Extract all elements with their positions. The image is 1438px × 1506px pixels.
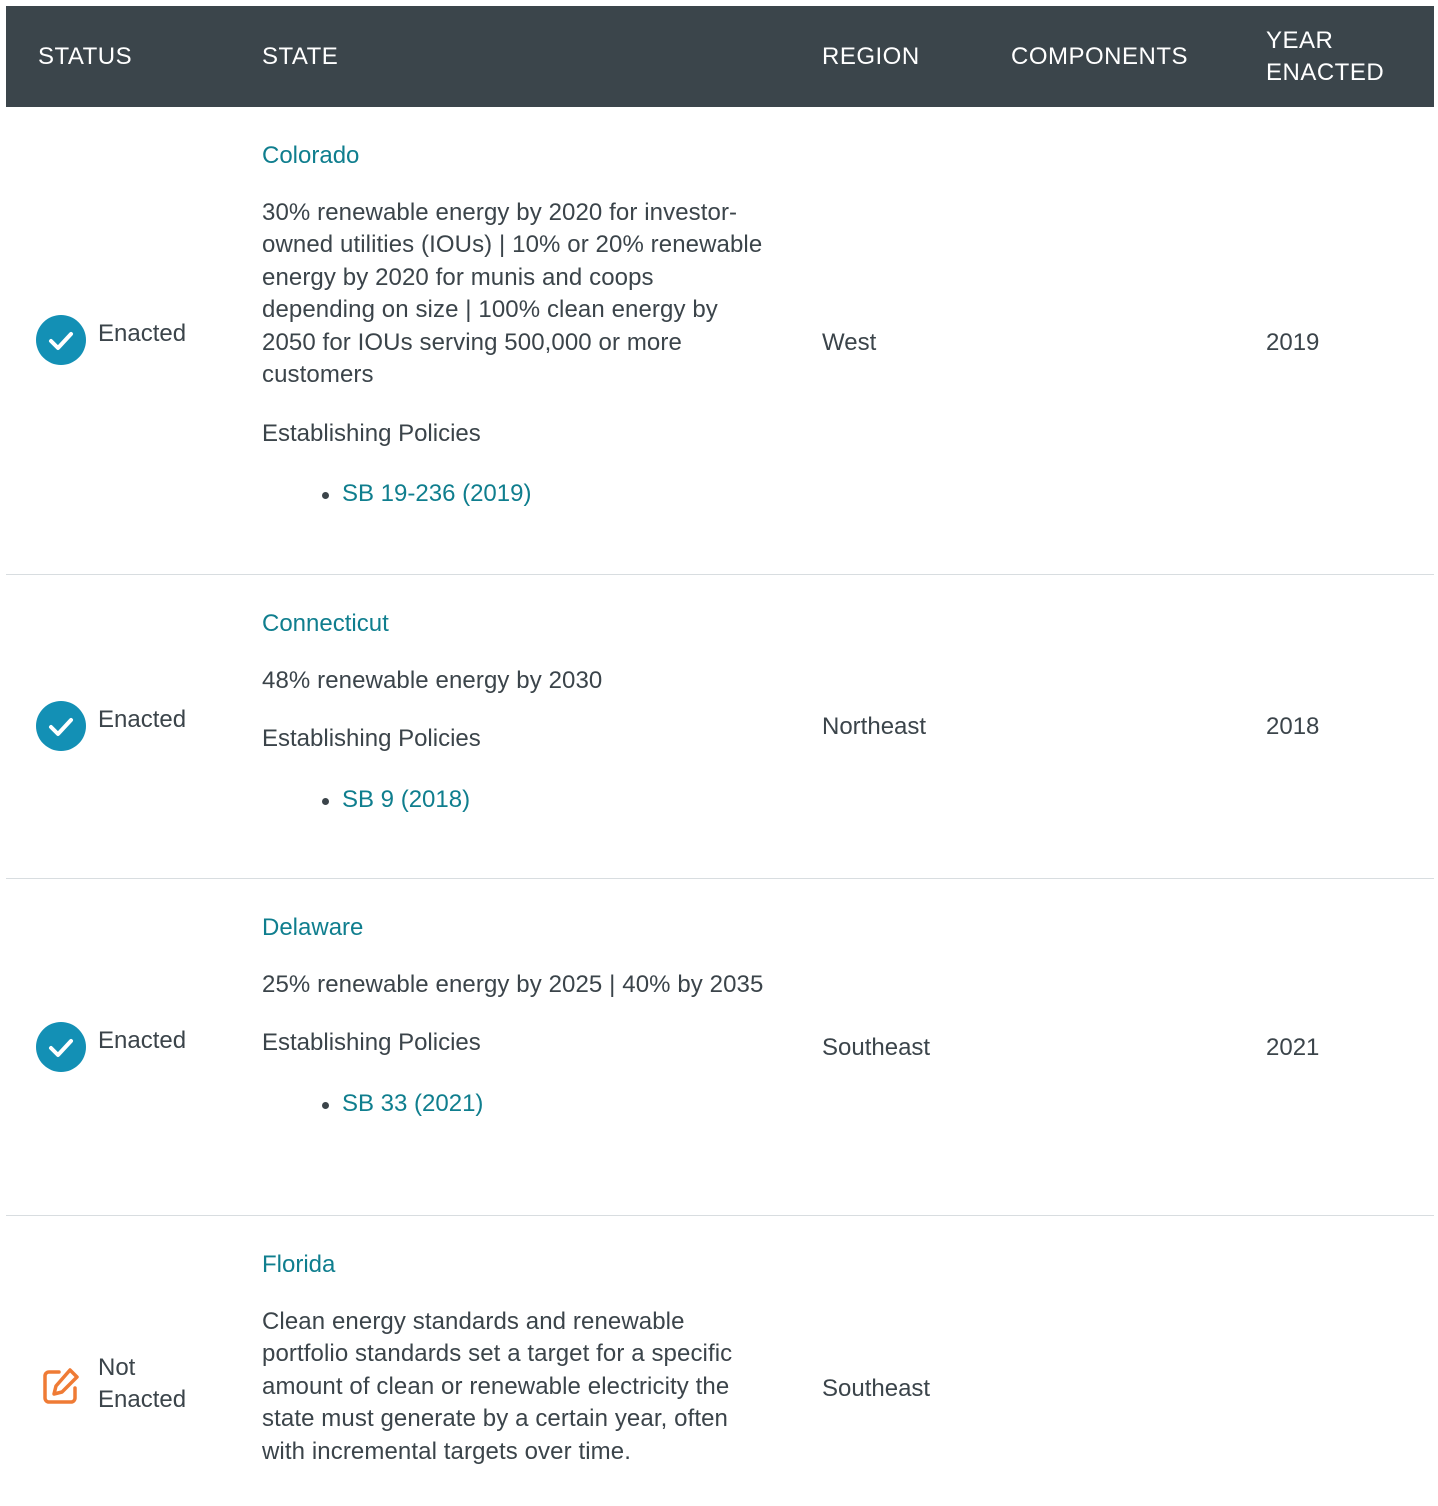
state-link-delaware[interactable]: Delaware [262, 912, 772, 945]
column-header-status[interactable]: STATUS [38, 6, 132, 107]
state-link-florida[interactable]: Florida [262, 1249, 772, 1282]
establishing-policies-label: Establishing Policies [262, 725, 481, 752]
state-link-colorado[interactable]: Colorado [262, 140, 772, 173]
list-item: SB 33 (2021) [322, 1088, 772, 1121]
table-header: STATUS STATE REGION COMPONENTS YEAR ENAC… [6, 6, 1434, 107]
status-label: Enacted [98, 320, 187, 347]
status-cell: Not Enacted [36, 1354, 186, 1416]
status-cell: Enacted [36, 701, 186, 751]
year-cell: 2019 [1266, 329, 1320, 356]
state-description: Clean energy standards and renewable por… [262, 1307, 733, 1465]
table-row: Not Enacted Florida Clean energy standar… [6, 1216, 1434, 1506]
column-header-year-enacted[interactable]: YEAR ENACTED [1266, 6, 1416, 107]
status-label: Enacted [98, 706, 187, 733]
state-description: 30% renewable energy by 2020 for investo… [262, 198, 763, 389]
region-cell: Southeast [822, 1034, 931, 1061]
list-item: SB 9 (2018) [322, 784, 772, 817]
region-cell: Northeast [822, 713, 927, 740]
status-label: Not Enacted [98, 1352, 186, 1416]
year-header-line2: ENACTED [1266, 58, 1385, 86]
status-label-line2: Enacted [98, 1386, 187, 1413]
column-header-region[interactable]: REGION [822, 6, 920, 107]
check-circle-icon [36, 1022, 86, 1072]
list-item: SB 19-236 (2019) [322, 478, 772, 511]
policy-list: SB 19-236 (2019) [262, 478, 772, 511]
region-cell: Southeast [822, 1375, 931, 1402]
column-header-state[interactable]: STATE [262, 6, 338, 107]
table-row: Enacted Connecticut 48% renewable energy… [6, 575, 1434, 879]
state-cell: Delaware 25% renewable energy by 2025 | … [262, 912, 772, 1120]
state-description: 25% renewable energy by 2025 | 40% by 20… [262, 970, 764, 998]
check-circle-icon [36, 701, 86, 751]
year-header-line1: YEAR [1266, 26, 1334, 54]
state-cell: Florida Clean energy standards and renew… [262, 1249, 772, 1494]
table-row: Enacted Colorado 30% renewable energy by… [6, 107, 1434, 575]
policy-list: SB 33 (2021) [262, 1088, 772, 1121]
status-cell: Enacted [36, 315, 186, 365]
state-cell: Connecticut 48% renewable energy by 2030… [262, 608, 772, 816]
policy-link[interactable]: SB 9 (2018) [342, 786, 470, 813]
year-cell: 2018 [1266, 713, 1320, 740]
state-description: 48% renewable energy by 2030 [262, 666, 603, 694]
year-cell: 2021 [1266, 1034, 1320, 1061]
state-cell: Colorado 30% renewable energy by 2020 fo… [262, 140, 772, 511]
region-cell: West [822, 329, 877, 356]
check-circle-icon [36, 315, 86, 365]
column-header-components[interactable]: COMPONENTS [1011, 6, 1188, 107]
establishing-policies-label: Establishing Policies [262, 1029, 481, 1056]
table-row: Enacted Delaware 25% renewable energy by… [6, 879, 1434, 1216]
status-label: Enacted [98, 1027, 187, 1054]
edit-pencil-icon [36, 1361, 86, 1411]
state-link-connecticut[interactable]: Connecticut [262, 608, 772, 641]
status-label-line1: Not [98, 1354, 136, 1381]
policy-link[interactable]: SB 33 (2021) [342, 1090, 483, 1117]
policy-list: SB 9 (2018) [262, 784, 772, 817]
policy-link[interactable]: SB 19-236 (2019) [342, 480, 531, 507]
policy-table: STATUS STATE REGION COMPONENTS YEAR ENAC… [6, 6, 1434, 1506]
status-cell: Enacted [36, 1022, 186, 1072]
establishing-policies-label: Establishing Policies [262, 419, 481, 447]
